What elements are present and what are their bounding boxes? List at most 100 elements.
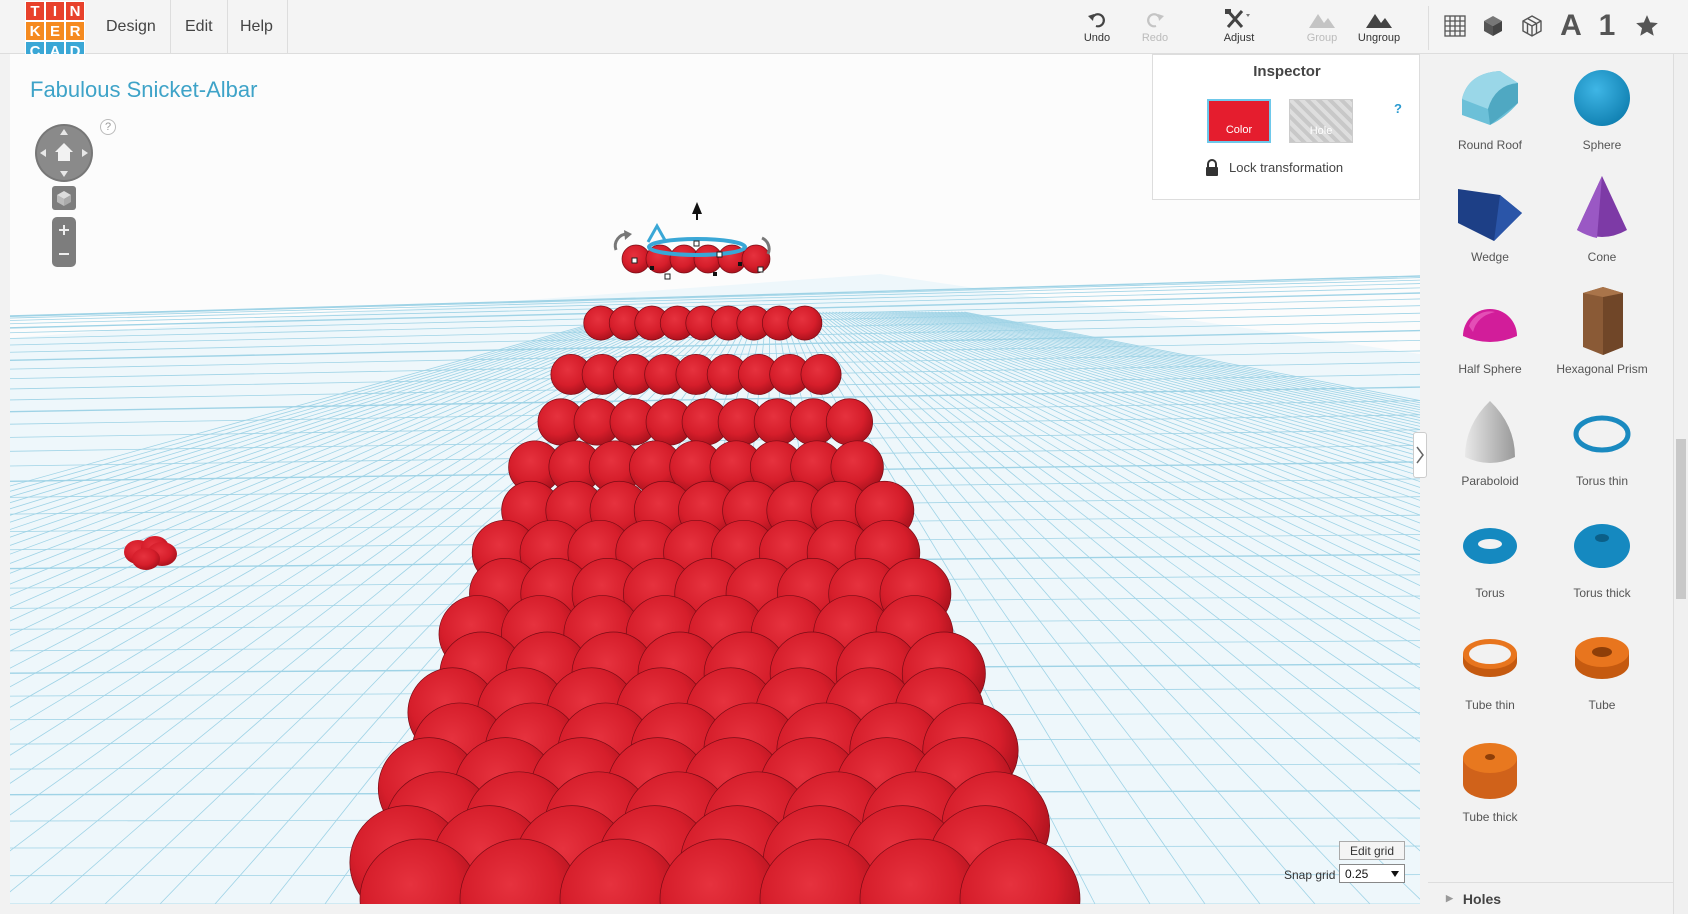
lock-icon xyxy=(1206,159,1218,176)
shapes-panel-scrollbar[interactable] xyxy=(1673,54,1688,914)
text-tool-button[interactable]: A xyxy=(1554,9,1588,42)
shape-tube[interactable]: Tube xyxy=(1546,616,1658,726)
adjust-icon xyxy=(1224,8,1254,32)
workplane-tool-button[interactable] xyxy=(1438,10,1472,42)
adjust-button[interactable]: Adjust xyxy=(1209,8,1269,50)
shape-label: Torus thick xyxy=(1573,586,1631,600)
torus-thick-icon xyxy=(1574,524,1630,568)
ortho-view-button[interactable] xyxy=(52,186,76,210)
ungroup-button[interactable]: Ungroup xyxy=(1349,8,1409,50)
shape-torus-thin[interactable]: Torus thin xyxy=(1546,392,1658,502)
menu-edit[interactable]: Edit xyxy=(171,0,228,54)
shape-half-sphere[interactable]: Half Sphere xyxy=(1434,280,1546,390)
inspector-help-button[interactable]: ? xyxy=(1394,101,1402,116)
view-navigation xyxy=(35,124,95,274)
half-sphere-icon xyxy=(1463,309,1517,342)
scroll-thumb[interactable] xyxy=(1676,439,1686,599)
shape-round-roof[interactable]: Round Roof xyxy=(1434,56,1546,166)
shapes-panel: Round Roof Sphere Wedge Cone Half Sphere… xyxy=(1428,54,1673,914)
wireframe-cube-icon xyxy=(1522,15,1542,37)
group-button[interactable]: Group xyxy=(1292,8,1352,50)
torus-thin-icon xyxy=(1573,415,1631,453)
logo-letter: E xyxy=(45,21,65,41)
tube-thick-icon xyxy=(1463,743,1517,799)
zoom-control[interactable] xyxy=(52,217,76,267)
dropdown-arrow-icon xyxy=(1391,870,1399,877)
menu-design[interactable]: Design xyxy=(92,0,171,54)
shape-label: Torus thin xyxy=(1575,474,1629,488)
shape-tube-thin[interactable]: Tube thin xyxy=(1434,616,1546,726)
cone-icon xyxy=(1577,176,1627,238)
orbit-control[interactable] xyxy=(35,124,93,182)
shape-label: Hexagonal Prism xyxy=(1556,362,1648,376)
paraboloid-icon xyxy=(1465,401,1515,463)
menu-help[interactable]: Help xyxy=(226,0,288,54)
lock-transformation-toggle[interactable]: Lock transformation xyxy=(1205,159,1343,176)
shape-label: Tube xyxy=(1588,698,1616,712)
tube-icon xyxy=(1575,637,1629,679)
top-bar: T I N K E R C A D Design Edit Help Undo … xyxy=(0,0,1688,61)
favorites-tool-button[interactable] xyxy=(1630,10,1664,42)
logo-letter: I xyxy=(45,1,65,21)
shape-torus[interactable]: Torus xyxy=(1434,504,1546,614)
undo-icon xyxy=(1087,8,1107,32)
design-title[interactable]: Fabulous Snicket-Albar xyxy=(30,77,257,103)
cube-icon xyxy=(1484,16,1502,36)
color-button[interactable]: Color xyxy=(1207,99,1271,143)
hexagonal-prism-icon xyxy=(1583,287,1623,355)
height-arrow-icon[interactable] xyxy=(692,202,702,214)
sphere-part xyxy=(787,305,823,341)
number-tool-button[interactable]: 1 xyxy=(1590,9,1624,42)
tinkercad-logo[interactable]: T I N K E R C A D xyxy=(25,1,85,61)
logo-letter: K xyxy=(25,21,45,41)
undo-label: Undo xyxy=(1083,32,1111,44)
inspector-title: Inspector xyxy=(1253,63,1321,80)
shape-label: Half Sphere xyxy=(1458,362,1522,376)
grid-icon xyxy=(1444,15,1466,37)
holes-section-header[interactable]: ▶ Holes xyxy=(1428,882,1673,914)
panel-collapse-toggle[interactable] xyxy=(1413,432,1427,478)
shape-tube-thick[interactable]: Tube thick xyxy=(1434,728,1546,838)
box-tool-button[interactable] xyxy=(1476,10,1510,42)
ungroup-label: Ungroup xyxy=(1357,32,1401,44)
undo-button[interactable]: Undo xyxy=(1067,8,1127,50)
shape-torus-thick[interactable]: Torus thick xyxy=(1546,504,1658,614)
logo-letter: R xyxy=(65,21,85,41)
shape-label: Tube thick xyxy=(1462,810,1518,824)
wireframe-tool-button[interactable] xyxy=(1515,10,1549,42)
edit-grid-button[interactable]: Edit grid xyxy=(1339,841,1405,860)
shape-label: Tube thin xyxy=(1465,698,1515,712)
shape-label: Cone xyxy=(1587,250,1617,264)
logo-letter: T xyxy=(25,1,45,21)
adjust-label: Adjust xyxy=(1223,32,1255,44)
chevron-right-icon xyxy=(1416,446,1424,464)
torus-icon xyxy=(1463,528,1517,564)
wedge-icon xyxy=(1458,189,1522,241)
shape-cone[interactable]: Cone xyxy=(1546,168,1658,278)
navigation-help-button[interactable]: ? xyxy=(100,119,116,135)
logo-letter: N xyxy=(65,1,85,21)
tube-thin-icon xyxy=(1463,639,1517,677)
group-icon xyxy=(1307,8,1337,32)
redo-icon xyxy=(1145,8,1165,32)
shape-wedge[interactable]: Wedge xyxy=(1434,168,1546,278)
shape-label: Sphere xyxy=(1582,138,1622,152)
ungroup-icon xyxy=(1364,8,1394,32)
sphere-part xyxy=(741,244,771,274)
holes-label: Holes xyxy=(1462,890,1502,907)
expand-triangle-icon: ▶ xyxy=(1446,893,1453,903)
shape-label: Paraboloid xyxy=(1461,474,1519,488)
shape-paraboloid[interactable]: Paraboloid xyxy=(1434,392,1546,502)
shape-hexagonal-prism[interactable]: Hexagonal Prism xyxy=(1546,280,1658,390)
redo-button[interactable]: Redo xyxy=(1125,8,1185,50)
shape-label: Torus xyxy=(1475,586,1505,600)
lock-transformation-label: Lock transformation xyxy=(1229,160,1344,175)
snap-grid-select[interactable]: 0.25 xyxy=(1339,864,1405,883)
hole-button[interactable]: Hole xyxy=(1289,99,1353,143)
shape-label: Wedge xyxy=(1471,250,1509,264)
shape-sphere[interactable]: Sphere xyxy=(1546,56,1658,166)
inspector-panel: Inspector Color Hole ? Lock transformati… xyxy=(1152,54,1420,200)
round-roof-icon xyxy=(1462,71,1518,125)
sphere-part xyxy=(800,353,842,395)
shape-label: Round Roof xyxy=(1457,138,1523,152)
